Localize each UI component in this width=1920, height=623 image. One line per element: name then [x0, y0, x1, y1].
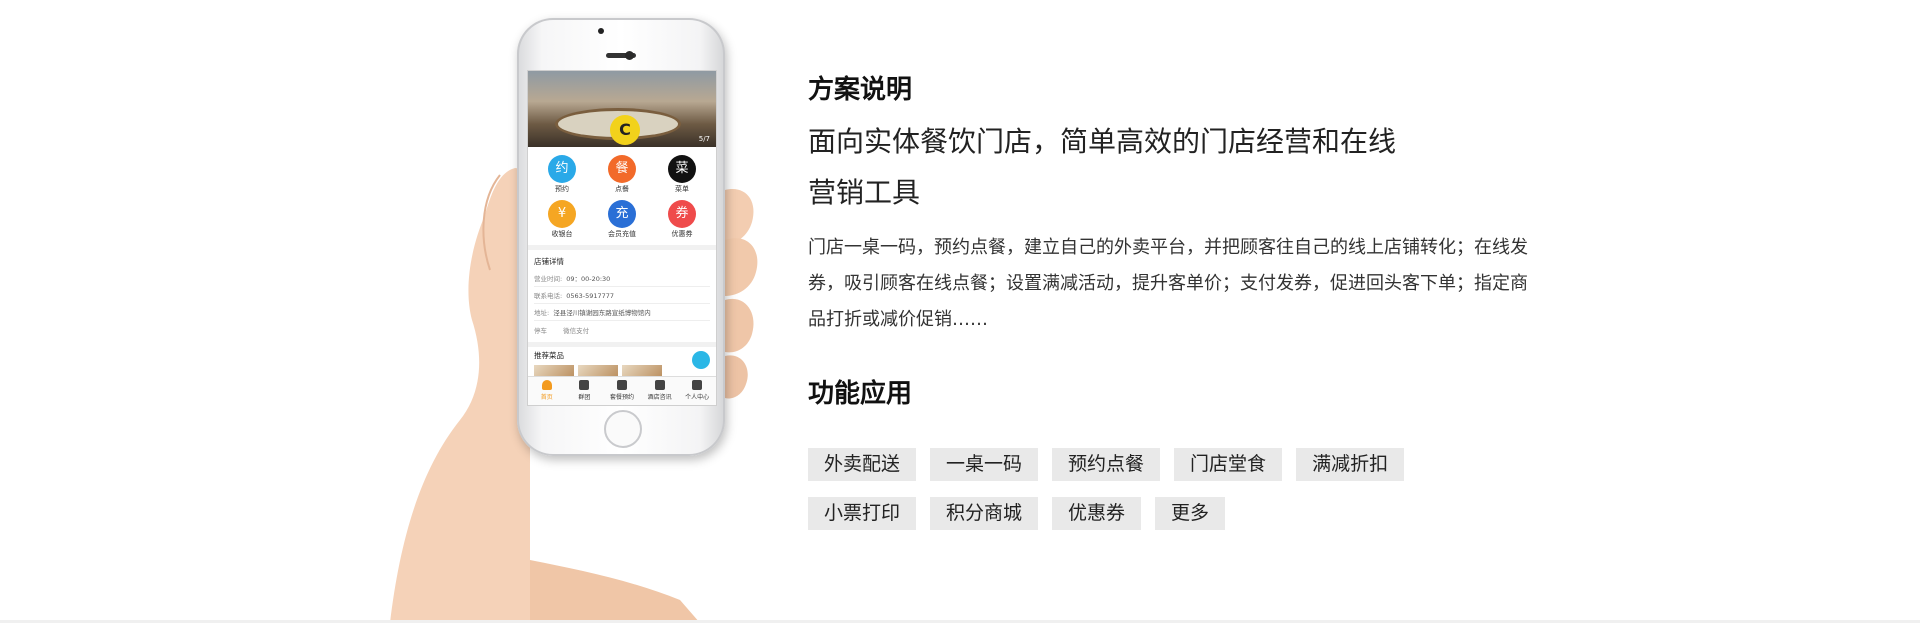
tab-hotel-news[interactable]: 酒店咨讯 — [641, 377, 679, 405]
feature-tag-delivery[interactable]: 外卖配送 — [808, 448, 917, 481]
solution-subtitle-line-2: 营销工具 — [808, 176, 921, 209]
feature-tag-list: 外卖配送 一桌一码 预约点餐 门店堂食 满减折扣 小票打印 积分商城 优惠券 更… — [808, 448, 1488, 530]
chip-wechat-pay: 微信支付 — [563, 327, 590, 335]
feature-tag-discount[interactable]: 满减折扣 — [1296, 448, 1405, 481]
tab-label: 套餐预约 — [609, 394, 634, 401]
banner-page-indicator: 5/7 — [698, 135, 710, 143]
coupon-icon: 券 — [668, 200, 696, 228]
store-info-section: 店铺详情 营业时间: 09：00-20:30 联系电话: 0563-5917777 … — [528, 250, 716, 342]
store-address-value: 泾县泾川镇谢园东路宣纸博物馆内 — [553, 309, 651, 317]
home-icon — [541, 380, 552, 390]
store-address-row[interactable]: 地址: 泾县泾川镇谢园东路宣纸博物馆内 — [534, 304, 710, 321]
dish-icon: 餐 — [608, 155, 636, 183]
store-hours-value: 09：00-20:30 — [566, 275, 611, 283]
refresh-float-button[interactable] — [692, 351, 710, 369]
user-icon — [692, 380, 703, 390]
features-title: 功能应用 — [808, 379, 913, 409]
shortcut-coupon[interactable]: 券 优惠券 — [652, 200, 712, 239]
menu-icon: 菜 — [668, 155, 696, 183]
hand-phone-illustration: C 5/7 约 预约 餐 点餐 菜 菜单 ¥ 收银台 充 会员充值 券 优惠券 … — [380, 0, 800, 623]
tab-label: 群团 — [578, 394, 591, 401]
app-logo-icon: C — [610, 115, 640, 145]
feature-tag-points-mall[interactable]: 积分商城 — [930, 497, 1039, 530]
tab-group[interactable]: 群团 — [566, 377, 604, 405]
feature-tag-receipt-print[interactable]: 小票打印 — [808, 497, 917, 530]
store-section-title: 店铺详情 — [534, 257, 564, 266]
feature-tag-reservation[interactable]: 预约点餐 — [1052, 448, 1161, 481]
front-sensor — [625, 51, 634, 60]
store-hours-label: 营业时间: — [534, 275, 563, 283]
shortcut-label: 优惠券 — [671, 230, 693, 238]
shortcut-menu[interactable]: 菜 菜单 — [652, 155, 712, 194]
phone-mockup: C 5/7 约 预约 餐 点餐 菜 菜单 ¥ 收银台 充 会员充值 券 优惠券 … — [517, 18, 725, 456]
chat-icon — [654, 380, 665, 390]
solution-content: 方案说明 面向实体餐饮门店，简单高效的门店经营和在线 营销工具 门店一桌一码，预… — [808, 72, 1568, 530]
store-hours-row: 营业时间: 09：00-20:30 — [534, 270, 710, 287]
cashier-icon: ¥ — [548, 200, 576, 228]
calendar-icon: 约 — [548, 155, 576, 183]
tab-package-booking[interactable]: 套餐预约 — [603, 377, 641, 405]
shortcut-label: 会员充值 — [608, 230, 636, 238]
store-address-label: 地址: — [534, 309, 550, 317]
shortcut-icon-grid: 约 预约 餐 点餐 菜 菜单 ¥ 收银台 充 会员充值 券 优惠券 — [528, 147, 716, 245]
shortcut-label: 预约 — [555, 185, 569, 193]
shortcut-cashier[interactable]: ¥ 收银台 — [532, 200, 592, 239]
shortcut-label: 菜单 — [675, 185, 689, 193]
shortcut-reserve[interactable]: 约 预约 — [532, 155, 592, 194]
solution-subtitle: 面向实体餐饮门店，简单高效的门店经营和在线 营销工具 — [808, 116, 1568, 218]
package-icon — [616, 380, 627, 390]
tab-home[interactable]: 首页 — [528, 377, 566, 405]
feature-tag-coupon[interactable]: 优惠券 — [1052, 497, 1142, 530]
store-service-chips: 停车 微信支付 — [534, 321, 710, 339]
tab-label: 酒店咨讯 — [647, 394, 672, 401]
tab-profile[interactable]: 个人中心 — [678, 377, 716, 405]
bottom-tab-bar: 首页 群团 套餐预约 酒店咨讯 个人中心 — [528, 376, 716, 405]
group-icon — [579, 380, 590, 390]
restaurant-banner-image: C 5/7 — [528, 71, 716, 147]
solution-title: 方案说明 — [808, 75, 913, 105]
chip-parking: 停车 — [534, 327, 547, 335]
feature-tag-table-qr[interactable]: 一桌一码 — [930, 448, 1039, 481]
solution-description: 门店一桌一码，预约点餐，建立自己的外卖平台，并把顾客往自己的线上店铺转化；在线发… — [808, 237, 1528, 330]
feature-tag-more[interactable]: 更多 — [1155, 497, 1226, 530]
store-phone-row[interactable]: 联系电话: 0563-5917777 — [534, 287, 710, 304]
topup-icon: 充 — [608, 200, 636, 228]
shortcut-order[interactable]: 餐 点餐 — [592, 155, 652, 194]
front-camera — [598, 28, 604, 34]
store-phone-value: 0563-5917777 — [566, 292, 615, 300]
tab-label: 首页 — [540, 394, 553, 401]
phone-screen: C 5/7 约 预约 餐 点餐 菜 菜单 ¥ 收银台 充 会员充值 券 优惠券 … — [527, 70, 717, 406]
solution-subtitle-line-1: 面向实体餐饮门店，简单高效的门店经营和在线 — [808, 125, 1397, 158]
home-button — [604, 410, 642, 448]
shortcut-member-topup[interactable]: 充 会员充值 — [592, 200, 652, 239]
store-phone-label: 联系电话: — [534, 292, 563, 300]
shortcut-label: 收银台 — [551, 230, 573, 238]
feature-tag-dine-in[interactable]: 门店堂食 — [1174, 448, 1283, 481]
tab-label: 个人中心 — [685, 394, 710, 401]
recommend-title: 推荐菜品 — [534, 351, 564, 360]
shortcut-label: 点餐 — [615, 185, 629, 193]
